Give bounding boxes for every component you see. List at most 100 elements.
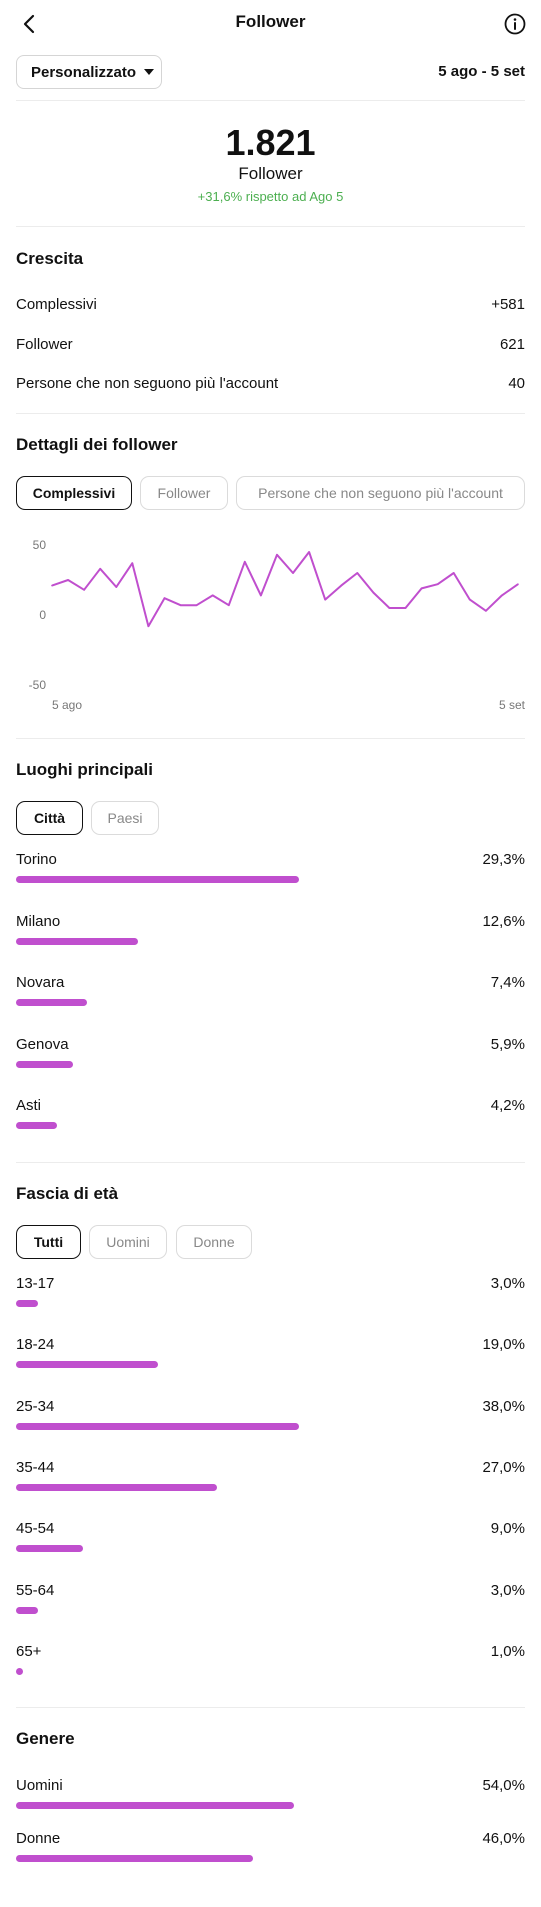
chart-data-point	[469, 598, 471, 601]
tab-uomini[interactable]: Uomini	[89, 1225, 167, 1259]
chart-data-point	[324, 598, 327, 601]
tab-tutti[interactable]: Tutti	[16, 1225, 81, 1259]
divider	[16, 100, 525, 101]
chart-y-tick-label: 0	[39, 608, 46, 622]
gender-bar	[16, 1802, 294, 1809]
location-bar	[16, 1122, 57, 1129]
chart-data-point	[147, 625, 150, 627]
chart-data-point	[115, 586, 118, 588]
follower-total: 1.821	[225, 122, 316, 163]
chart-data-point	[211, 594, 214, 597]
age-group-label: 65+	[16, 1642, 42, 1660]
chart-y-tick-label: 50	[33, 538, 47, 552]
gender-bar	[16, 1855, 253, 1862]
age-group-bar	[16, 1545, 84, 1553]
divider	[16, 413, 525, 414]
chart-data-point	[195, 604, 198, 606]
age-group-label: 35-44	[16, 1458, 55, 1476]
gender-label: Donne	[16, 1830, 61, 1847]
chart-data-point	[404, 607, 407, 609]
chart-data-point	[99, 568, 101, 570]
tab-donne[interactable]: Donne	[176, 1225, 252, 1259]
age-group-value: 3,0%	[490, 1581, 525, 1599]
location-value: 7,4%	[490, 974, 525, 991]
chart-x-start-label: 5 ago	[52, 698, 83, 712]
growth-row-label: Persone che non seguono più l'account	[16, 375, 279, 392]
age-group-value: 3,0%	[490, 1275, 525, 1292]
age-group-label: 55-64	[16, 1581, 55, 1599]
age-group-bar	[16, 1300, 39, 1307]
age-group-label: 25-34	[16, 1397, 55, 1415]
chart-data-point	[436, 583, 439, 585]
location-label: Milano	[16, 912, 61, 930]
gender-label: Uomini	[16, 1777, 63, 1794]
location-label: Asti	[16, 1097, 42, 1114]
age-group-value: 1,0%	[490, 1642, 525, 1660]
gender-title: Genere	[16, 1729, 75, 1748]
age-group-bar	[16, 1483, 218, 1491]
location-label: Torino	[16, 851, 57, 868]
chart-data-point	[485, 610, 487, 612]
chart-data-point	[501, 594, 503, 597]
location-value: 29,3%	[482, 851, 525, 868]
period-dropdown-label: Personalizzato	[31, 63, 137, 81]
chart-data-point	[51, 584, 53, 587]
divider	[16, 226, 525, 227]
growth-row-label: Follower	[16, 336, 73, 353]
tab-paesi[interactable]: Paesi	[91, 801, 159, 835]
chart-data-point	[67, 579, 69, 581]
date-range: 5 ago - 5 set	[438, 63, 525, 80]
chart-x-end-label: 5 set	[498, 698, 525, 712]
chart-data-point	[420, 587, 423, 590]
chart-data-point	[163, 597, 166, 599]
location-value: 4,2%	[490, 1097, 525, 1114]
age-group-label: 13-17	[16, 1275, 55, 1292]
age-group-label: 18-24	[16, 1336, 55, 1354]
chart-data-point	[276, 554, 278, 556]
chart-data-point	[452, 572, 455, 574]
location-value: 12,6%	[482, 912, 525, 930]
growth-row-value: 621	[499, 336, 525, 353]
info-icon[interactable]	[503, 12, 527, 36]
follower-change: +31,6% rispetto ad Ago 5	[197, 189, 344, 204]
tab-citta[interactable]: Città	[16, 801, 83, 835]
location-value: 5,9%	[490, 1035, 525, 1053]
location-bar	[16, 876, 299, 883]
growth-row-value: +581	[491, 296, 525, 313]
chart-data-point	[244, 561, 246, 563]
location-bar	[16, 1060, 73, 1068]
growth-title: Crescita	[16, 249, 84, 268]
age-group-bar	[16, 1361, 158, 1369]
follower-total-label: Follower	[238, 164, 303, 183]
chart-data-point	[372, 591, 375, 594]
chart-data-point	[356, 572, 359, 574]
chart-data-point	[340, 584, 343, 587]
chart-data-point	[179, 604, 182, 606]
location-bar	[16, 937, 138, 945]
chart-data-point	[131, 562, 134, 564]
chart-data-point	[388, 607, 391, 609]
tab-follower[interactable]: Follower	[140, 476, 228, 510]
gender-value: 46,0%	[482, 1830, 525, 1847]
location-label: Novara	[16, 974, 65, 991]
age-group-bar	[16, 1667, 24, 1675]
age-title: Fascia di età	[16, 1184, 119, 1203]
locations-title: Luoghi principali	[16, 760, 153, 779]
age-group-bar	[16, 1606, 39, 1614]
divider	[16, 1707, 525, 1708]
tab-unfollowers[interactable]: Persone che non seguono più l'account	[236, 476, 525, 510]
chart-data-point	[308, 551, 310, 553]
period-dropdown[interactable]: Personalizzato	[16, 55, 162, 89]
divider	[16, 738, 525, 739]
age-group-label: 45-54	[16, 1520, 55, 1538]
chart-data-point	[517, 583, 519, 585]
location-bar	[16, 999, 88, 1006]
chart-data-point	[292, 572, 294, 574]
follower-line-chart: 50 0 -50	[29, 538, 519, 692]
tab-complessivi[interactable]: Complessivi	[16, 476, 132, 510]
chart-data-point	[260, 594, 262, 597]
growth-row-value: 40	[508, 375, 525, 392]
gender-value: 54,0%	[482, 1777, 525, 1794]
age-group-value: 38,0%	[482, 1397, 525, 1415]
age-group-value: 27,0%	[482, 1458, 525, 1476]
